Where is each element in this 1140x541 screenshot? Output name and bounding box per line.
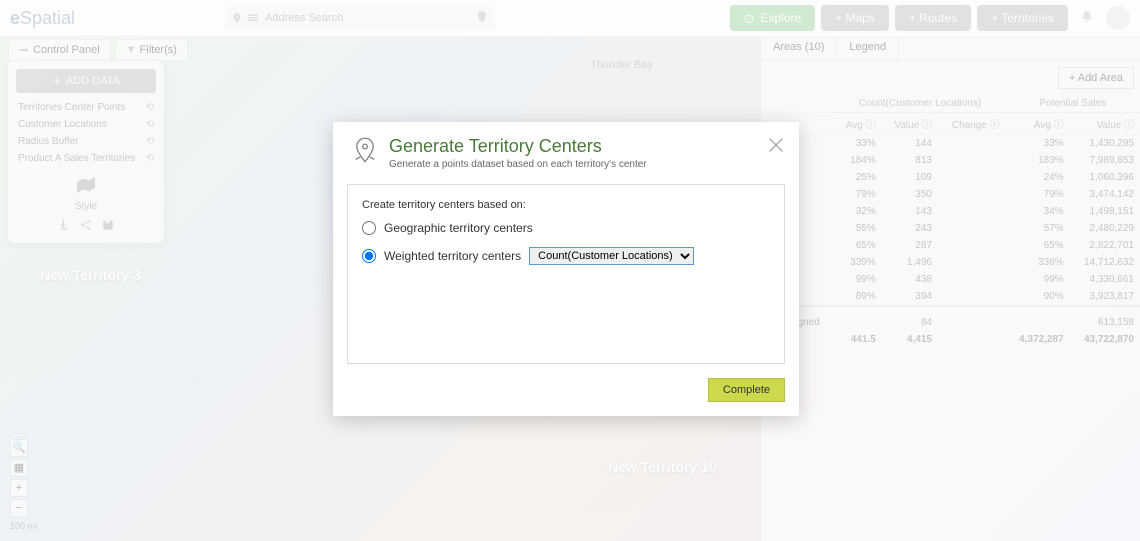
radio-geographic-input[interactable] [362, 221, 376, 235]
generate-territory-centers-modal: Generate Territory Centers Generate a po… [333, 122, 799, 416]
modal-body-label: Create territory centers based on: [362, 199, 770, 211]
complete-button[interactable]: Complete [708, 378, 785, 402]
territory-centers-icon [351, 136, 379, 164]
modal-title: Generate Territory Centers [389, 136, 647, 157]
close-icon[interactable] [765, 134, 787, 161]
weight-select[interactable]: Count(Customer Locations) [529, 247, 694, 265]
radio-weighted[interactable]: Weighted territory centers Count(Custome… [362, 247, 770, 265]
modal-subtitle: Generate a points dataset based on each … [389, 159, 647, 170]
radio-geographic[interactable]: Geographic territory centers [362, 221, 770, 235]
radio-weighted-input[interactable] [362, 249, 376, 263]
